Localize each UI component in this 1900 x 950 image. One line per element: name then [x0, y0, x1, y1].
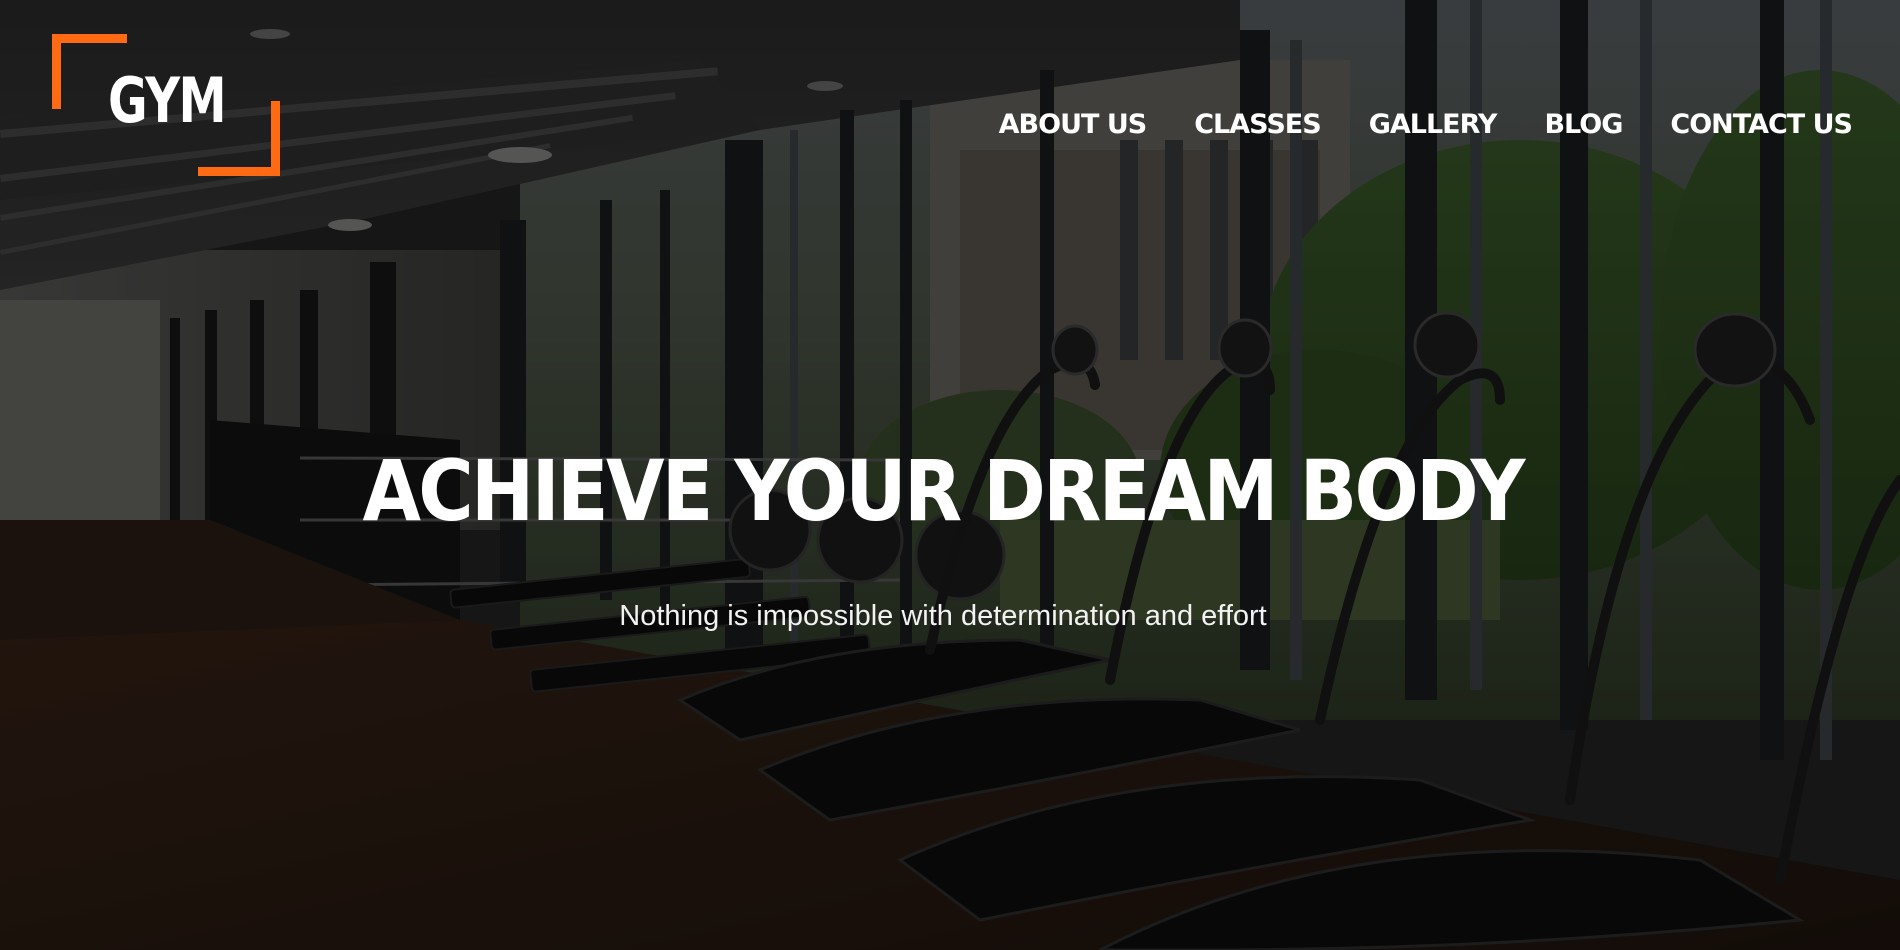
nav-link-blog[interactable]: BLOG — [1544, 109, 1623, 140]
nav-link-classes[interactable]: CLASSES — [1194, 109, 1321, 140]
hero-section: GYM ABOUT US CLASSES GALLERY BLOG CONTAC… — [0, 0, 1900, 950]
logo-text: GYM — [108, 64, 227, 137]
hero-title-text: ACHIEVE YOUR DREAM BODY — [362, 442, 1526, 540]
nav-link-about-us[interactable]: ABOUT US — [999, 109, 1148, 140]
nav-link-contact-us[interactable]: CONTACT US — [1670, 109, 1853, 140]
nav-link-gallery[interactable]: GALLERY — [1369, 109, 1498, 140]
main-nav: ABOUT US CLASSES GALLERY BLOG CONTACT US — [999, 104, 1853, 144]
hero-subtitle: Nothing is impossible with determination… — [619, 600, 1267, 632]
gym-logo[interactable]: GYM — [52, 34, 280, 176]
hero-title: ACHIEVE YOUR DREAM BODY — [0, 436, 1886, 546]
